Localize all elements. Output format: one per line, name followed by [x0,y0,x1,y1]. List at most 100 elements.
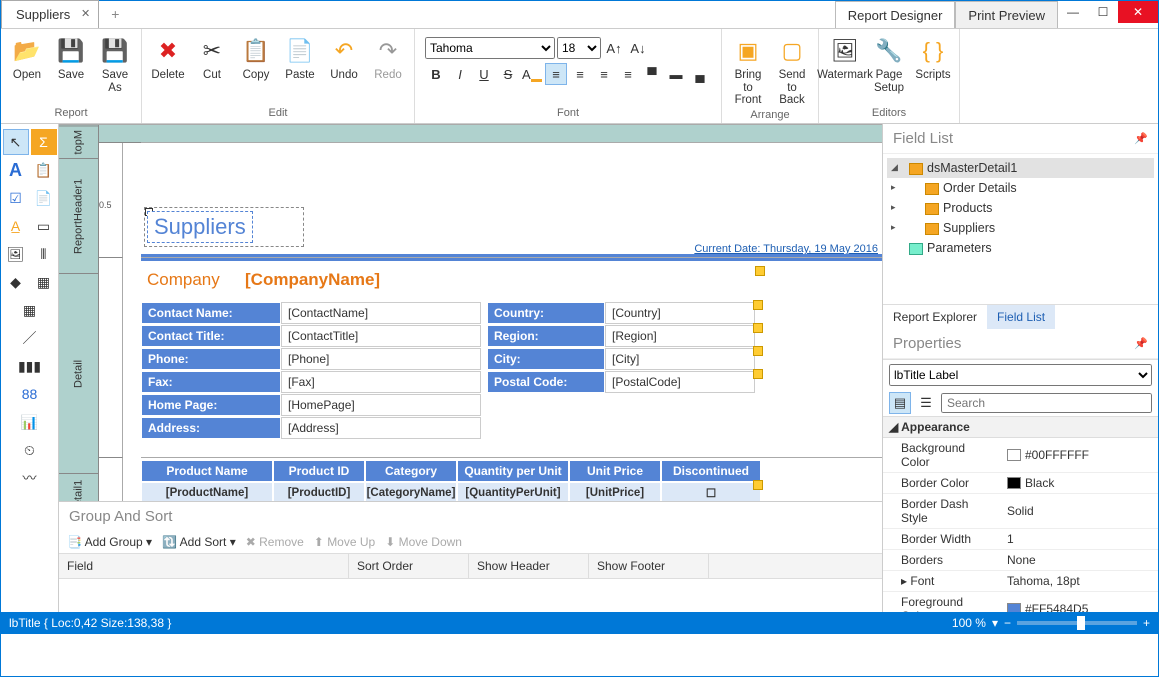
font-family-select[interactable]: Tahoma [425,37,555,59]
open-button[interactable]: 📂Open [7,33,47,84]
field-label[interactable]: Address: [141,417,281,439]
property-row[interactable]: BordersNone [883,550,1158,571]
add-tab-button[interactable]: + [101,0,129,28]
field-value[interactable]: [ContactTitle] [281,325,481,347]
bold-button[interactable]: B [425,63,447,85]
delete-button[interactable]: ✖Delete [148,33,188,84]
doc-tab-suppliers[interactable]: Suppliers ✕ [1,0,99,28]
band-reportheader[interactable]: ReportHeader1 [59,158,98,273]
align-center-button[interactable]: ≡ [569,63,591,85]
align-justify-button[interactable]: ≡ [617,63,639,85]
field-label[interactable]: Country: [487,302,605,324]
zoom-slider[interactable] [1017,621,1137,625]
property-search-input[interactable] [941,393,1152,413]
field-label[interactable]: Postal Code: [487,371,605,393]
clipboard-tool[interactable]: 📋 [31,157,57,183]
field-value[interactable]: [ContactName] [281,302,481,324]
align-tool[interactable]: ⫴ [31,241,57,267]
band-topm[interactable]: topM [59,125,98,158]
line-tool[interactable]: ／ [17,325,43,351]
field-label[interactable]: Fax: [141,371,281,393]
align-right-button[interactable]: ≡ [593,63,615,85]
column-header[interactable]: Unit Price [569,460,661,482]
strike-button[interactable]: S [497,63,519,85]
grid-tool[interactable]: ▦ [17,297,43,323]
scripts-button[interactable]: { }Scripts [913,33,953,84]
pin-icon[interactable]: 📌 [1134,337,1148,350]
detail1-band[interactable]: Product NameProduct IDCategoryQuantity p… [141,458,882,501]
column-header[interactable]: Product ID [273,460,365,482]
tree-parameters[interactable]: Parameters [887,238,1154,258]
richtext-tool[interactable]: 📄 [31,185,57,211]
undo-button[interactable]: ↶Undo [324,33,364,84]
tab-print-preview[interactable]: Print Preview [955,1,1058,28]
field-label[interactable]: Region: [487,325,605,347]
field-label[interactable]: Home Page: [141,394,281,416]
data-cell[interactable]: [ProductName] [141,482,273,501]
panel-tool[interactable]: ▭ [31,213,57,239]
minimize-button[interactable]: — [1058,1,1088,23]
save-as-button[interactable]: 💾Save As [95,33,135,96]
save-button[interactable]: 💾Save [51,33,91,84]
field-value[interactable]: [Region] [605,325,755,347]
tree-root[interactable]: ◢dsMasterDetail1 [887,158,1154,178]
band-detail1[interactable]: Detail1 [59,473,98,501]
field-label[interactable]: Contact Title: [141,325,281,347]
field-value[interactable]: [City] [605,348,755,370]
company-label[interactable]: Company [141,270,237,290]
property-row[interactable]: Border Dash StyleSolid [883,494,1158,529]
pointer-tool[interactable]: ↖ [3,129,29,155]
data-cell[interactable]: ☐ [661,482,761,501]
selected-object-select[interactable]: lbTitle Label [889,364,1152,386]
tab-report-designer[interactable]: Report Designer [835,1,956,28]
underline-button[interactable]: U [473,63,495,85]
zoom-out-button[interactable]: − [1004,616,1011,630]
chart-tool[interactable]: 📊 [17,409,43,435]
company-value[interactable]: [CompanyName] [245,270,380,290]
field-value[interactable]: [Fax] [281,371,481,393]
field-value[interactable]: [Country] [605,302,755,324]
field-value[interactable]: [Address] [281,417,481,439]
tree-item[interactable]: ▸Products [887,198,1154,218]
sigma-tool[interactable]: Σ [31,129,57,155]
bring-front-button[interactable]: ▣Bring to Front [728,33,768,109]
smart-tag-icon[interactable] [753,346,763,356]
column-header[interactable]: Product Name [141,460,273,482]
smart-tag-icon[interactable] [753,480,763,490]
add-group-button[interactable]: 📑 Add Group ▾ [67,535,152,549]
valign-mid-button[interactable]: ▬ [665,63,687,85]
field-value[interactable]: [HomePage] [281,394,481,416]
column-header[interactable]: Quantity per Unit [457,460,569,482]
zoom-dropdown-icon[interactable]: ▾ [992,616,998,630]
smart-tag-icon[interactable] [753,300,763,310]
smart-tag-icon[interactable] [753,323,763,333]
property-row[interactable]: Foreground Color#FF5484D5 [883,592,1158,612]
property-category[interactable]: ◢ Appearance [883,417,1158,438]
property-row[interactable]: Background Color#00FFFFFF [883,438,1158,473]
field-label[interactable]: City: [487,348,605,370]
gauge-tool[interactable]: ⏲ [17,437,43,463]
table-tool[interactable]: ▦ [31,269,57,295]
picture-tool[interactable]: 🖼 [3,241,29,267]
data-cell[interactable]: [UnitPrice] [569,482,661,501]
sparkline-tool[interactable]: 〰 [17,465,43,491]
tree-item[interactable]: ▸Suppliers [887,218,1154,238]
tab-field-list[interactable]: Field List [987,305,1055,329]
font-size-select[interactable]: 18 [557,37,601,59]
data-cell[interactable]: [QuantityPerUnit] [457,482,569,501]
send-back-button[interactable]: ▢Send to Back [772,33,812,109]
close-window-button[interactable]: ✕ [1118,1,1158,23]
column-header[interactable]: Discontinued [661,460,761,482]
copy-button[interactable]: 📋Copy [236,33,276,84]
column-header[interactable]: Category [365,460,457,482]
field-list-tree[interactable]: ◢dsMasterDetail1 ▸Order Details ▸Product… [883,154,1158,304]
band-detail[interactable]: Detail [59,273,98,473]
detail-band[interactable]: Company [CompanyName] Contact Name:[Cont… [141,258,882,458]
close-tab-icon[interactable]: ✕ [81,7,90,20]
field-label[interactable]: Phone: [141,348,281,370]
barcode-tool[interactable]: ▮▮▮ [17,353,43,379]
watermark-button[interactable]: 🖼Watermark [825,33,865,84]
tab-report-explorer[interactable]: Report Explorer [883,305,987,329]
italic-button[interactable]: I [449,63,471,85]
categorized-view-button[interactable]: ▤ [889,392,911,414]
